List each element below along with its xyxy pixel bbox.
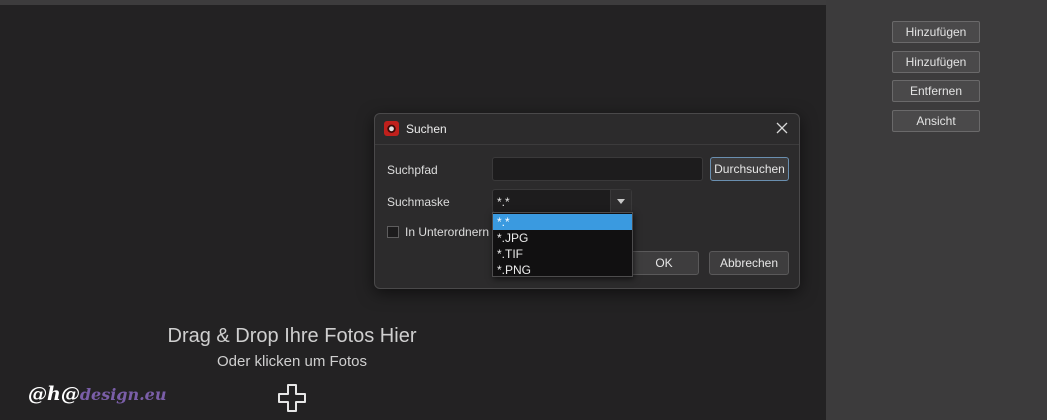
right-panel: Hinzufügen Hinzufügen Entfernen Ansicht — [826, 0, 1047, 420]
search-mask-value: *.* — [497, 195, 510, 209]
view-button[interactable]: Ansicht — [892, 110, 980, 132]
mask-option-png[interactable]: *.PNG — [493, 262, 632, 278]
drop-title: Drag & Drop Ihre Fotos Hier — [167, 325, 417, 347]
mask-option-tif[interactable]: *.TIF — [493, 246, 632, 262]
watermark-part2: design.eu — [79, 385, 167, 404]
app-icon — [384, 121, 399, 136]
search-mask-dropdown: *.* *.JPG *.TIF *.PNG — [492, 212, 633, 277]
drop-subtitle: Oder klicken um Fotos — [216, 353, 368, 370]
mask-option-all[interactable]: *.* — [493, 214, 632, 230]
mask-option-jpg[interactable]: *.JPG — [493, 230, 632, 246]
close-icon[interactable] — [773, 119, 791, 137]
watermark-logo: @h@design.eu — [28, 383, 166, 405]
subfolders-checkbox[interactable] — [387, 226, 399, 238]
chevron-down-icon[interactable] — [610, 190, 631, 212]
cancel-button[interactable]: Abbrechen — [709, 251, 789, 275]
remove-button[interactable]: Entfernen — [892, 80, 980, 102]
dialog-title: Suchen — [406, 122, 447, 136]
ok-button[interactable]: OK — [629, 251, 699, 275]
browse-button[interactable]: Durchsuchen — [710, 157, 789, 181]
plus-icon[interactable] — [277, 383, 307, 413]
search-path-label: Suchpfad — [387, 163, 438, 177]
search-path-input[interactable] — [492, 157, 703, 181]
add-button-2[interactable]: Hinzufügen — [892, 51, 980, 73]
search-mask-label: Suchmaske — [387, 195, 450, 209]
add-button-1[interactable]: Hinzufügen — [892, 21, 980, 43]
dialog-titlebar[interactable]: Suchen — [375, 114, 799, 145]
subfolders-label: In Unterordnern — [405, 225, 490, 239]
watermark-part1: @h@ — [28, 383, 80, 405]
search-mask-combo[interactable]: *.* — [492, 189, 632, 213]
